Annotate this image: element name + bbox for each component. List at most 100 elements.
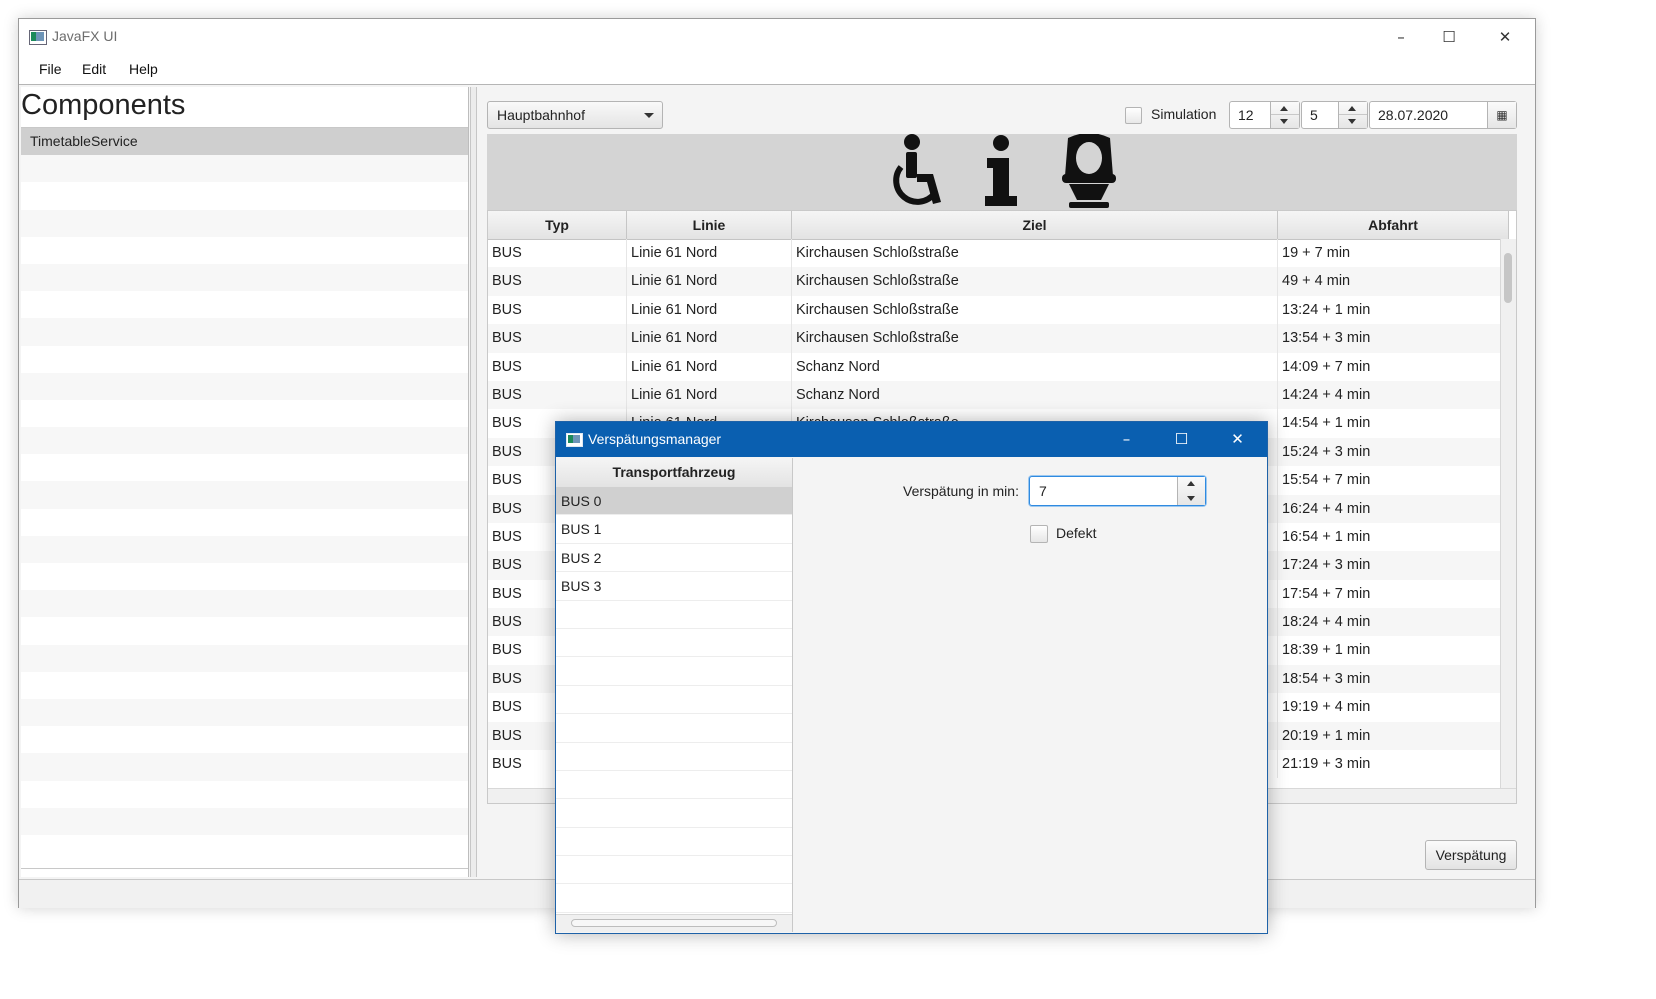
list-item [21,535,468,563]
cell-ziel: Kirchausen Schloßstraße [792,267,1278,296]
vertical-scrollbar[interactable] [1500,239,1516,791]
simulation-checkbox[interactable] [1125,107,1142,124]
verspaetung-button[interactable]: Verspätung [1425,840,1517,870]
vehicle-table[interactable]: Transportfahrzeug BUS 0 BUS 1 BUS 2 BUS … [556,458,793,932]
column-header-abfahrt[interactable]: Abfahrt [1278,211,1509,239]
menu-edit[interactable]: Edit [82,61,106,77]
cell-abfahrt: 18:54 + 3 min [1278,664,1502,694]
cell-ziel: Kirchausen Schloßstraße [792,324,1278,353]
cell-abfahrt: 14:24 + 4 min [1278,380,1502,410]
hour-spinner[interactable]: 12 [1229,101,1300,129]
arrow-up-icon[interactable] [1348,106,1356,111]
list-item [556,884,792,913]
horizontal-scrollbar[interactable] [556,914,792,932]
list-item [21,372,468,400]
list-item [21,209,468,237]
cell-ziel: Schanz Nord [792,380,1278,410]
table-row[interactable]: BUS Linie 61 Nord Kirchausen Schloßstraße 4… [488,267,1502,296]
hour-stepper-buttons[interactable] [1270,102,1299,128]
list-item [21,318,468,346]
table-row[interactable]: BUSLinie 61 NordKirchausen Schloßstraße1… [488,295,1502,325]
dialog-close-button[interactable]: ✕ [1210,422,1265,457]
column-header-linie[interactable]: Linie [627,211,792,239]
vehicle-row[interactable]: BUS 0 [556,487,792,516]
cell-abfahrt: 15:54 + 7 min [1278,466,1502,495]
column-header-transportfahrzeug[interactable]: Transportfahrzeug [556,458,792,488]
table-row[interactable]: BUSLinie 61 NordKirchausen Schloßstraße1… [488,239,1502,268]
list-item [21,590,468,618]
dialog-title: Verspätungsmanager [588,431,722,447]
defekt-label: Defekt [1056,525,1097,541]
vehicle-row[interactable]: BUS 1 [556,515,792,544]
vehicle-row[interactable]: BUS 3 [556,572,792,601]
list-item [21,563,468,590]
cell-abfahrt: 20:19 + 1 min [1278,721,1502,751]
app-icon [29,30,47,45]
menu-file[interactable]: File [39,61,62,77]
maximize-button[interactable]: ☐ [1422,19,1476,55]
simulation-label: Simulation [1151,106,1217,122]
vehicle-list[interactable]: BUS 0 BUS 1 BUS 2 BUS 3 [556,487,792,915]
app-icon [566,433,583,447]
table-row[interactable]: BUSLinie 61 NordKirchausen Schloßstraße1… [488,324,1502,353]
hour-value: 12 [1238,107,1254,123]
column-header-ziel[interactable]: Ziel [792,211,1278,239]
list-item [556,799,792,828]
cell-abfahrt: 49 + 4 min [1278,267,1502,296]
cell-abfahrt: 14:09 + 7 min [1278,352,1502,381]
arrow-down-icon[interactable] [1280,119,1288,124]
cell-abfahrt: 18:24 + 4 min [1278,608,1502,637]
cell-typ: BUS [488,380,627,410]
arrow-up-icon[interactable] [1187,481,1195,486]
menu-bar: File Edit Help [19,55,1535,85]
cell-abfahrt: 21:19 + 3 min [1278,750,1502,779]
minimize-button[interactable]: – [1374,19,1428,55]
components-title: Components [21,89,186,121]
close-button[interactable]: ✕ [1478,19,1532,55]
list-item [21,346,468,373]
table-row[interactable]: BUS Linie 61 Nord Schanz Nord 14:24 + 4 min [488,380,1502,410]
delay-stepper-buttons[interactable] [1177,477,1205,505]
minute-stepper-buttons[interactable] [1338,102,1367,128]
components-pane: Components TimetableService [21,87,469,877]
list-item [21,672,468,699]
list-item [21,427,468,455]
delay-minutes-value[interactable]: 7 [1039,483,1047,499]
calendar-icon[interactable]: ▦ [1487,102,1516,128]
cell-ziel: Schanz Nord [792,352,1278,381]
station-select[interactable]: Hauptbahnhof [487,101,663,129]
dialog-minimize-button[interactable]: – [1099,422,1154,457]
defekt-checkbox[interactable] [1030,525,1048,543]
station-amenities-panel [487,133,1517,210]
component-item-timetableservice[interactable]: TimetableService [21,128,468,156]
vehicle-row[interactable]: BUS 2 [556,544,792,573]
column-header-typ[interactable]: Typ [488,211,627,239]
dialog-maximize-button[interactable]: ☐ [1154,422,1209,457]
arrow-up-icon[interactable] [1280,106,1288,111]
delay-minutes-spinner[interactable]: 7 [1029,476,1206,506]
scroll-thumb[interactable] [1504,253,1512,303]
arrow-down-icon[interactable] [1187,496,1195,501]
table-header: Typ Linie Ziel Abfahrt [488,211,1509,240]
cell-abfahrt: 17:54 + 7 min [1278,579,1502,609]
list-item [21,781,468,808]
components-list[interactable]: TimetableService [21,127,468,869]
date-picker[interactable]: 28.07.2020 ▦ [1369,101,1517,129]
menu-help[interactable]: Help [129,61,158,77]
cell-abfahrt: 18:39 + 1 min [1278,636,1502,665]
chevron-down-icon [644,113,654,118]
scroll-thumb[interactable] [571,919,777,927]
cell-ziel: Kirchausen Schloßstraße [792,295,1278,325]
list-item [21,263,468,292]
arrow-down-icon[interactable] [1348,119,1356,124]
cell-typ: BUS [488,352,627,381]
minute-spinner[interactable]: 5 [1301,101,1368,129]
list-item [556,686,792,715]
delay-manager-dialog: Verspätungsmanager – ☐ ✕ Transportfahrze… [555,421,1268,934]
list-item [21,454,468,481]
window-title: JavaFX UI [52,28,118,44]
split-divider[interactable] [470,87,477,877]
wheelchair-icon [893,134,941,205]
table-row[interactable]: BUS Linie 61 Nord Schanz Nord 14:09 + 7 min [488,352,1502,381]
cell-abfahrt: 16:54 + 1 min [1278,522,1502,552]
